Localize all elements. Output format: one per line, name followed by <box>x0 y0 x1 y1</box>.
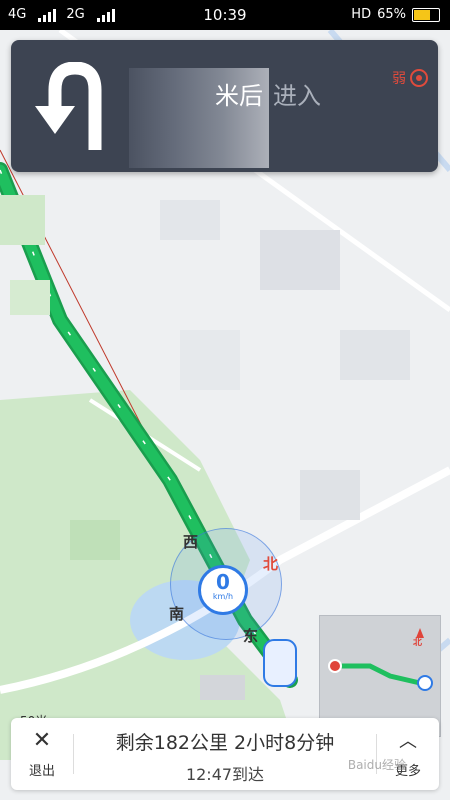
map-block <box>200 675 245 700</box>
battery-level-fill <box>414 9 430 20</box>
map-block <box>0 195 45 245</box>
vehicle-marker <box>263 639 297 687</box>
remaining-distance-time: 剩余182公里 2小时8分钟 <box>115 732 335 754</box>
map-block <box>160 200 220 240</box>
divider <box>73 734 74 774</box>
maneuver-action: 进入 <box>273 82 321 110</box>
map-block <box>70 520 120 560</box>
compass-south-label: 南 <box>169 605 185 623</box>
u-turn-left-arrow-icon <box>35 62 102 150</box>
mini-position-marker <box>417 675 433 691</box>
mini-north-label: 北 <box>413 638 423 648</box>
more-button[interactable]: ︿ 更多 <box>377 718 439 790</box>
hd-indicator: HD <box>351 7 372 22</box>
gps-signal-indicator: 弱 <box>392 68 428 88</box>
compass-west-label: 西 <box>183 533 199 551</box>
gps-signal-label: 弱 <box>392 71 406 87</box>
route-summary-bar: ✕ 退出 剩余182公里 2小时8分钟 12:47到达 ︿ 更多 <box>11 718 439 790</box>
map-block <box>10 280 50 315</box>
navigation-instruction-card: 米后 进入 弱 <box>11 40 438 172</box>
exit-navigation-button[interactable]: ✕ 退出 <box>11 718 73 790</box>
close-icon: ✕ <box>32 728 52 753</box>
battery-icon <box>412 7 440 22</box>
status-bar: 4G 2G 10:39 HD 65% <box>0 0 450 30</box>
map-block <box>300 470 360 520</box>
gps-weak-icon <box>410 69 428 87</box>
mini-start-marker <box>328 659 342 673</box>
arrival-time: 12:47到达 <box>185 765 265 784</box>
distance-suffix: 米后 <box>215 82 263 110</box>
compass-east-label: 东 <box>243 627 259 645</box>
compass-north-label: 北 <box>263 555 279 573</box>
exit-label: 退出 <box>28 764 55 779</box>
route-info[interactable]: 剩余182公里 2小时8分钟 12:47到达 <box>75 728 375 785</box>
speed-value: 0 <box>216 570 230 594</box>
map-block <box>340 330 410 380</box>
speed-unit: km/h <box>212 592 234 601</box>
battery-percent: 65% <box>377 7 406 22</box>
chevron-up-icon: ︿ <box>399 731 417 752</box>
map-block <box>180 330 240 390</box>
mini-route-line <box>332 663 423 686</box>
map-block <box>260 230 340 290</box>
watermark: Baidu经验 <box>347 758 406 772</box>
speedometer: 0 km/h <box>198 565 248 615</box>
